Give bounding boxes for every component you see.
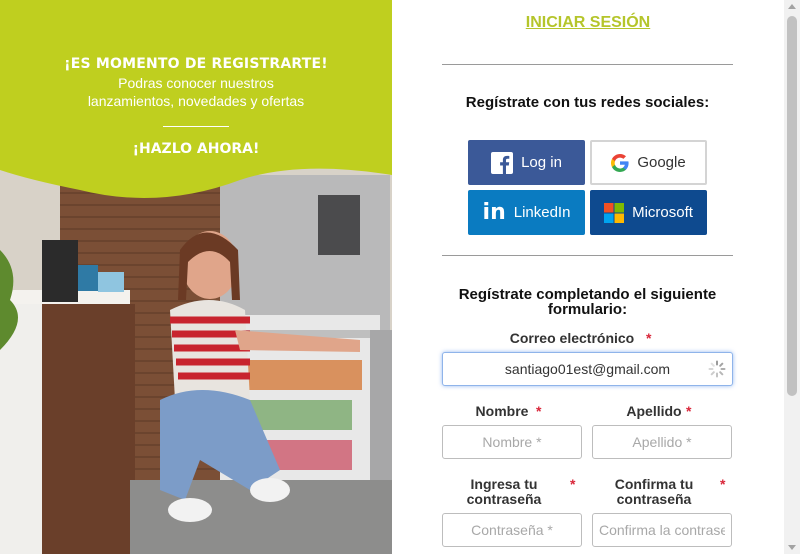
linkedin-icon: in — [482, 200, 506, 225]
facebook-login-button[interactable]: Log in — [468, 140, 585, 185]
scroll-down-arrow-icon[interactable] — [788, 545, 796, 550]
facebook-button-label: Log in — [521, 154, 562, 171]
promo-subtitle-line1: Podras conocer nuestros — [118, 75, 274, 91]
promo-panel: ¡ES MOMENTO DE REGISTRARTE! Podras conoc… — [0, 0, 392, 554]
microsoft-login-button[interactable]: Microsoft — [590, 190, 707, 235]
password-field[interactable] — [442, 513, 582, 547]
registration-page: ¡ES MOMENTO DE REGISTRARTE! Podras conoc… — [0, 0, 800, 554]
promo-subtitle-line2: lanzamientos, novedades y ofertas — [87, 93, 305, 109]
linkedin-login-button[interactable]: in LinkedIn — [468, 190, 585, 235]
confirm-password-required-mark: * — [720, 476, 726, 492]
password-label-line1: Ingresa tu — [470, 476, 538, 492]
scroll-up-arrow-icon[interactable] — [788, 4, 796, 9]
divider-middle — [442, 255, 733, 256]
divider-top — [442, 64, 733, 65]
email-required-mark: * — [646, 330, 652, 346]
form-title-line1: Regístrate completando el siguiente — [458, 286, 717, 303]
google-icon — [611, 153, 629, 172]
social-title: Regístrate con tus redes sociales: — [465, 94, 710, 111]
google-button-label: Google — [637, 154, 686, 171]
login-link[interactable]: INICIAR SESIÓN — [392, 14, 784, 32]
last-name-required-mark: * — [686, 403, 692, 419]
registration-form: INICIAR SESIÓN Regístrate con tus redes … — [392, 0, 784, 554]
promo-headline: ¡ES MOMENTO DE REGISTRARTE! — [64, 56, 328, 72]
scroll-thumb[interactable] — [787, 16, 797, 396]
email-field[interactable] — [442, 352, 733, 386]
confirm-password-label-line2: contraseña — [616, 491, 692, 507]
password-required-mark: * — [570, 476, 576, 492]
promo-text: ¡ES MOMENTO DE REGISTRARTE! Podras conoc… — [0, 56, 392, 157]
promo-divider — [163, 126, 229, 127]
confirm-password-field[interactable] — [592, 513, 732, 547]
password-label-line2: contraseña — [466, 491, 542, 507]
first-name-required-mark: * — [536, 403, 542, 419]
form-title-line2: formulario: — [547, 301, 628, 318]
loading-spinner-icon — [708, 360, 726, 378]
microsoft-icon — [604, 202, 625, 223]
vertical-scrollbar[interactable] — [784, 0, 800, 554]
linkedin-button-label: LinkedIn — [513, 204, 571, 221]
promo-cta: ¡HAZLO AHORA! — [132, 141, 260, 157]
first-name-field[interactable] — [442, 425, 582, 459]
google-login-button[interactable]: Google — [590, 140, 707, 185]
facebook-icon — [491, 151, 514, 174]
email-label: Correo electrónico — [509, 330, 635, 346]
last-name-field[interactable] — [592, 425, 732, 459]
microsoft-button-label: Microsoft — [632, 204, 693, 221]
confirm-password-label-line1: Confirma tu — [614, 476, 694, 492]
